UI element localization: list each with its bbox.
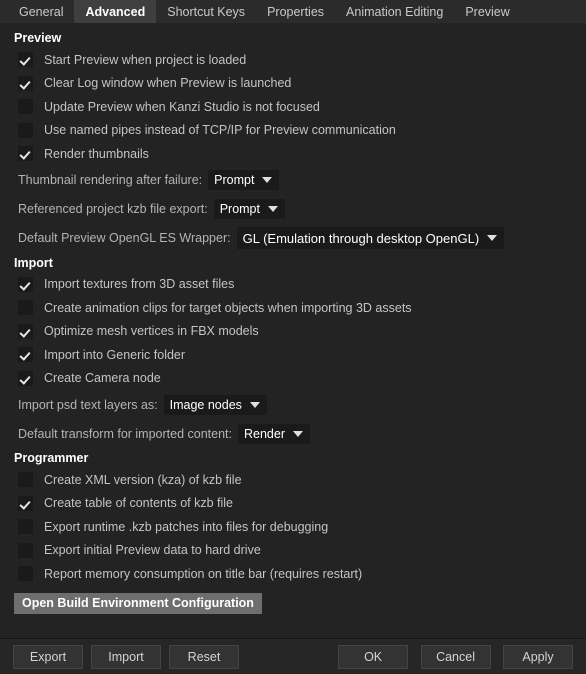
- build-environment-row: Open Build Environment Configuration: [0, 592, 586, 614]
- section-title-programmer: Programmer: [14, 451, 89, 465]
- setting-row-clear-log-window[interactable]: Clear Log window when Preview is launche…: [0, 72, 586, 96]
- label-create-table-of-contents-of-kzb-file: Create table of contents of kzb file: [44, 496, 233, 511]
- checkbox-create-xml-version-kza-of-kzb-file[interactable]: [18, 472, 33, 488]
- section-title-preview: Preview: [14, 31, 62, 45]
- import-button[interactable]: Import: [91, 644, 161, 669]
- label-optimize-mesh-vertices-in-fbx-models: Optimize mesh vertices in FBX models: [44, 324, 259, 339]
- label-export-runtime-kzb-patches-into-files: Export runtime .kzb patches into files f…: [44, 519, 329, 534]
- label-render-thumbnails: Render thumbnails: [44, 146, 149, 161]
- chevron-down-icon: [262, 177, 273, 183]
- label-default-preview-opengl-es-wrapper: Default Preview OpenGL ES Wrapper:: [18, 231, 231, 245]
- tab-shortcut-keys[interactable]: Shortcut Keys: [156, 0, 256, 23]
- checkbox-export-runtime-kzb-patches-into-files[interactable]: [18, 519, 33, 535]
- label-export-initial-preview-data-to-hard-drive: Export initial Preview data to hard driv…: [44, 543, 261, 558]
- tab-properties[interactable]: Properties: [256, 0, 335, 23]
- chevron-down-icon: [487, 235, 498, 241]
- setting-row-render-thumbnails[interactable]: Render thumbnails: [0, 142, 586, 166]
- setting-row-optimize-mesh-vertices[interactable]: Optimize mesh vertices in FBX models: [0, 320, 586, 344]
- checkbox-clear-log-window-when-preview-is-launched[interactable]: [18, 75, 33, 91]
- label-report-memory-consumption-on-title-bar: Report memory consumption on title bar (…: [44, 566, 363, 581]
- advanced-settings-panel: Preview Start Preview when project is lo…: [0, 28, 586, 638]
- checkbox-create-camera-node[interactable]: [18, 370, 33, 386]
- dropdown-default-preview-opengl-es-wrapper[interactable]: GL (Emulation through desktop OpenGL): [236, 227, 505, 249]
- label-thumbnail-rendering-after-failure: Thumbnail rendering after failure:: [18, 173, 203, 187]
- tab-advanced[interactable]: Advanced: [74, 0, 157, 23]
- dialog-footer: Export Import Reset OK Cancel Apply: [0, 639, 586, 674]
- dropdown-value-referenced-project-kzb-file-export: Prompt: [219, 202, 260, 216]
- export-button[interactable]: Export: [13, 644, 83, 669]
- setting-row-use-named-pipes[interactable]: Use named pipes instead of TCP/IP for Pr…: [0, 119, 586, 143]
- setting-row-import-into-generic-folder[interactable]: Import into Generic folder: [0, 343, 586, 367]
- open-build-environment-configuration-button[interactable]: Open Build Environment Configuration: [14, 592, 262, 614]
- setting-row-create-camera-node[interactable]: Create Camera node: [0, 367, 586, 391]
- cancel-button[interactable]: Cancel: [420, 644, 491, 669]
- checkbox-update-preview-when-kanzi-studio-is-not-focused[interactable]: [18, 99, 33, 115]
- setting-row-start-preview[interactable]: Start Preview when project is loaded: [0, 48, 586, 72]
- checkbox-optimize-mesh-vertices-in-fbx-models[interactable]: [18, 323, 33, 339]
- label-clear-log-window-when-preview-is-launched: Clear Log window when Preview is launche…: [44, 76, 292, 91]
- tab-preview[interactable]: Preview: [454, 0, 520, 23]
- section-title-import: Import: [14, 255, 53, 270]
- checkbox-import-into-generic-folder[interactable]: [18, 347, 33, 363]
- setting-row-default-preview-opengl-es-wrapper: Default Preview OpenGL ES Wrapper: GL (E…: [0, 224, 586, 253]
- ok-button[interactable]: OK: [338, 644, 409, 669]
- checkbox-create-animation-clips-for-target-objects[interactable]: [18, 300, 33, 316]
- setting-row-create-xml-version[interactable]: Create XML version (kza) of kzb file: [0, 468, 586, 492]
- label-update-preview-when-kanzi-studio-is-not-focused: Update Preview when Kanzi Studio is not …: [44, 99, 320, 114]
- checkbox-export-initial-preview-data-to-hard-drive[interactable]: [18, 542, 33, 558]
- dropdown-thumbnail-rendering-after-failure[interactable]: Prompt: [208, 170, 280, 190]
- dropdown-value-import-psd-text-layers-as: Image nodes: [169, 397, 242, 412]
- checkbox-create-table-of-contents-of-kzb-file[interactable]: [18, 495, 33, 511]
- setting-row-update-preview-not-focused[interactable]: Update Preview when Kanzi Studio is not …: [0, 95, 586, 119]
- checkbox-render-thumbnails[interactable]: [18, 146, 33, 162]
- label-create-xml-version-kza-of-kzb-file: Create XML version (kza) of kzb file: [44, 472, 242, 487]
- label-create-animation-clips-for-target-objects: Create animation clips for target object…: [44, 300, 412, 315]
- chevron-down-icon: [249, 401, 260, 408]
- label-default-transform-for-imported-content: Default transform for imported content:: [18, 426, 232, 441]
- setting-row-default-transform-for-imported-content: Default transform for imported content: …: [0, 419, 586, 448]
- checkbox-start-preview-when-project-is-loaded[interactable]: [18, 52, 33, 68]
- setting-row-report-memory-consumption[interactable]: Report memory consumption on title bar (…: [0, 562, 586, 586]
- setting-row-export-runtime-kzb-patches[interactable]: Export runtime .kzb patches into files f…: [0, 515, 586, 539]
- label-import-psd-text-layers-as: Import psd text layers as:: [18, 397, 158, 412]
- setting-row-create-animation-clips[interactable]: Create animation clips for target object…: [0, 296, 586, 320]
- setting-row-import-textures[interactable]: Import textures from 3D asset files: [0, 273, 586, 297]
- settings-tab-bar: General Advanced Shortcut Keys Propertie…: [0, 0, 586, 23]
- label-start-preview-when-project-is-loaded: Start Preview when project is loaded: [44, 52, 247, 67]
- chevron-down-icon: [292, 430, 303, 437]
- dropdown-value-thumbnail-rendering-after-failure: Prompt: [214, 173, 255, 187]
- label-referenced-project-kzb-file-export: Referenced project kzb file export:: [18, 202, 208, 216]
- setting-row-import-psd-text-layers-as: Import psd text layers as: Image nodes: [0, 390, 586, 419]
- dropdown-referenced-project-kzb-file-export[interactable]: Prompt: [213, 199, 285, 219]
- reset-button[interactable]: Reset: [169, 644, 239, 669]
- label-import-into-generic-folder: Import into Generic folder: [44, 347, 186, 362]
- settings-dialog: General Advanced Shortcut Keys Propertie…: [0, 0, 586, 674]
- setting-row-create-table-of-contents[interactable]: Create table of contents of kzb file: [0, 492, 586, 516]
- label-create-camera-node: Create Camera node: [44, 371, 161, 386]
- tab-general[interactable]: General: [8, 0, 74, 23]
- dropdown-default-transform-for-imported-content[interactable]: Render: [237, 423, 310, 444]
- checkbox-import-textures-from-3d-asset-files[interactable]: [18, 276, 33, 292]
- checkbox-use-named-pipes-instead-of-tcp-ip[interactable]: [18, 122, 33, 138]
- footer-right-buttons: OK Cancel Apply: [338, 644, 573, 669]
- setting-row-export-initial-preview-data[interactable]: Export initial Preview data to hard driv…: [0, 539, 586, 563]
- dropdown-import-psd-text-layers-as[interactable]: Image nodes: [163, 394, 267, 415]
- label-use-named-pipes-instead-of-tcp-ip: Use named pipes instead of TCP/IP for Pr…: [44, 123, 396, 138]
- apply-button[interactable]: Apply: [503, 644, 573, 669]
- setting-row-thumbnail-rendering-after-failure: Thumbnail rendering after failure: Promp…: [0, 166, 586, 195]
- dropdown-value-default-transform-for-imported-content: Render: [243, 426, 285, 441]
- tab-animation-editing[interactable]: Animation Editing: [335, 0, 454, 23]
- checkbox-report-memory-consumption-on-title-bar[interactable]: [18, 566, 33, 582]
- setting-row-referenced-project-kzb-file-export: Referenced project kzb file export: Prom…: [0, 195, 586, 224]
- chevron-down-icon: [267, 206, 278, 212]
- dropdown-value-default-preview-opengl-es-wrapper: GL (Emulation through desktop OpenGL): [242, 230, 480, 246]
- label-import-textures-from-3d-asset-files: Import textures from 3D asset files: [44, 277, 235, 292]
